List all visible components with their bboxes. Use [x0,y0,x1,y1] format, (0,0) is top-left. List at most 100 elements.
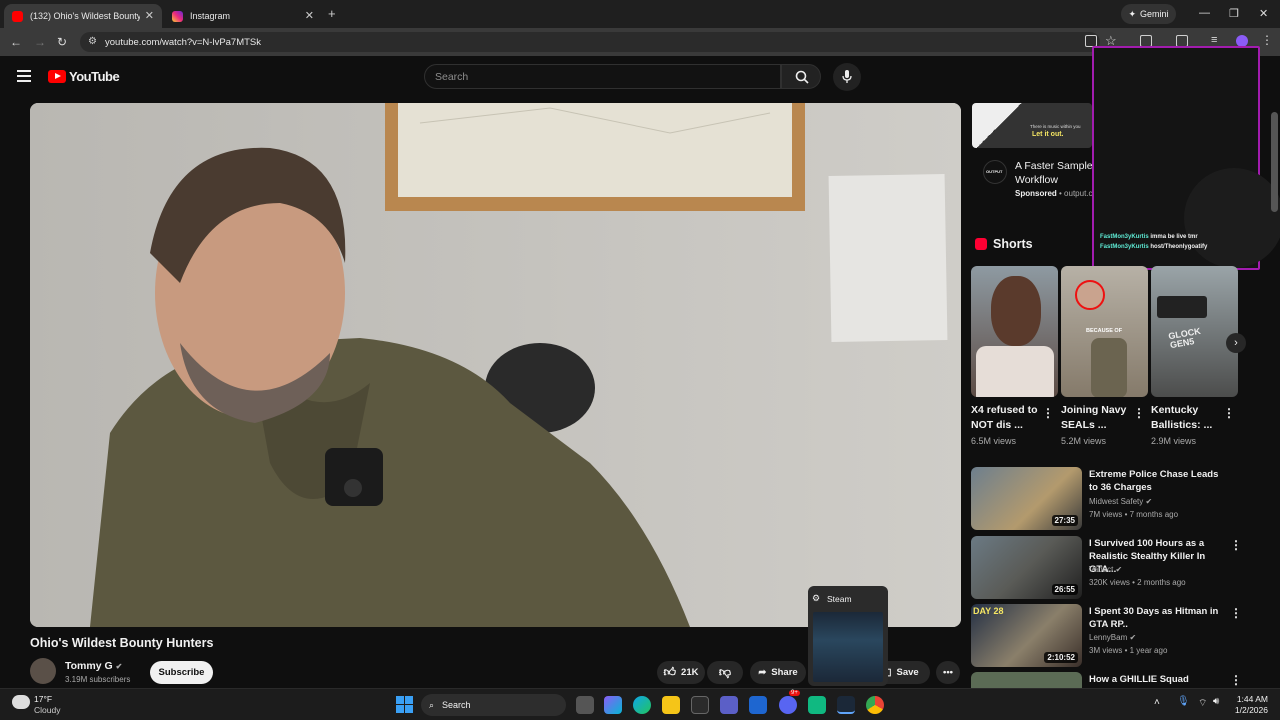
taskbar-search-label: Search [442,700,471,710]
verified-icon: ✔ [1145,497,1153,506]
edge-icon[interactable] [633,696,651,714]
microphone-icon [842,70,852,83]
gemini-button[interactable]: ✦ Gemini [1121,4,1176,24]
media-controls-icon[interactable]: ≡ [1211,34,1217,46]
search-input[interactable]: Search [424,64,781,89]
close-tab-icon[interactable]: ✕ [305,9,314,22]
verified-icon: ✔ [1129,633,1137,642]
search-placeholder: Search [435,71,469,83]
short-title[interactable]: Kentucky Ballistics: ... [1151,403,1221,433]
ad-thumbnail[interactable]: There is music within you Let it out. [972,103,1092,148]
related-more-icon[interactable]: ⋮ [1230,606,1242,620]
tab-youtube[interactable]: (132) Ohio's Wildest Bounty Hu ✕ [4,4,162,28]
close-window-icon[interactable]: ✕ [1259,7,1268,20]
voice-search-button[interactable] [833,63,861,91]
related-thumbnail[interactable]: DAY 28 2:10:52 [971,604,1082,667]
minimize-icon[interactable]: — [1199,7,1210,19]
short-thumbnail[interactable]: BECAUSE OF [1061,266,1148,397]
weather-temp[interactable]: 17°F [34,694,52,704]
forward-icon[interactable]: → [34,35,46,49]
windows-start-icon[interactable] [396,696,413,713]
microphone-icon[interactable]: 🎙︎ [1177,696,1190,707]
shorts-icon [975,238,987,250]
related-thumbnail[interactable] [971,672,1082,688]
related-more-icon[interactable]: ⋮ [1230,538,1242,552]
wifi-icon[interactable]: ⌔ [1198,697,1207,710]
channel-text: Midwest Safety [1089,497,1144,506]
thumbs-down-icon: 👎︎ [718,665,732,679]
discord-icon[interactable]: 9+ [779,690,800,714]
related-title[interactable]: How a GHILLIE Squad [1089,673,1224,686]
related-channel[interactable]: Midwest Safety ✔ [1089,497,1152,506]
short-thumbnail[interactable]: GLOCK GEN5 [1151,266,1238,397]
close-tab-icon[interactable]: ✕ [145,9,154,22]
like-button[interactable]: 👍︎ 21K [657,661,705,684]
short-more-icon[interactable]: ⋮ [1223,406,1235,420]
file-explorer-icon[interactable] [662,696,680,714]
subscribe-button[interactable]: Subscribe [150,661,213,684]
short-views: 2.9M views [1151,436,1197,446]
copilot-icon[interactable] [604,696,622,714]
hamburger-menu-icon[interactable] [17,70,31,85]
ad-title[interactable]: A Faster Sample Workflow [1015,159,1095,189]
related-meta: 3M views • 1 year ago [1089,646,1168,655]
related-thumbnail[interactable]: 26:55 [971,536,1082,599]
page-scrollbar[interactable] [1271,112,1278,212]
advertiser-logo-text: OUTPUT [986,169,1003,174]
search-button[interactable] [781,64,821,89]
taskbar-search[interactable]: ⌕ Search [421,694,566,716]
steam-taskbar-preview[interactable]: ⚙ Steam [808,586,888,686]
show-hidden-icons-chevron-icon[interactable]: ˄ [1154,697,1160,708]
channel-avatar[interactable] [30,658,56,684]
short-more-icon[interactable]: ⋮ [1042,406,1054,420]
related-title[interactable]: Extreme Police Chase Leads to 36 Charges [1089,468,1224,494]
site-info-icon[interactable]: ⚙ [88,36,97,47]
sparkle-icon: ✦ [1128,8,1137,19]
clock-time[interactable]: 1:44 AM [1232,694,1268,704]
related-channel[interactable]: Vadact ✔ [1089,565,1122,574]
related-title[interactable]: I Spent 30 Days as Hitman in GTA RP.. [1089,605,1224,631]
tab-label: (132) Ohio's Wildest Bounty Hu [30,11,140,21]
url-field[interactable]: ⚙ youtube.com/watch?v=N-lvPa7MTSk [80,32,1100,52]
volume-icon[interactable]: 🔊︎ [1213,696,1219,707]
share-button[interactable]: ➦ Share [750,661,806,684]
short-title[interactable]: X4 refused to NOT dis ... [971,403,1041,433]
short-thumbnail[interactable] [971,266,1058,397]
short-title[interactable]: Joining Navy SEALs ... [1061,403,1131,433]
teams-icon[interactable] [720,696,738,714]
video-title: Ohio's Wildest Bounty Hunters [30,636,214,650]
outlook-icon[interactable] [749,696,767,714]
chat-user: FastMon3yKurtis [1100,234,1149,240]
more-actions-button[interactable]: ••• [936,661,960,684]
tab-instagram[interactable]: Instagram ✕ [164,4,322,28]
restore-icon[interactable]: ❐ [1229,7,1239,20]
back-icon[interactable]: ← [10,35,22,49]
verified-icon: ✔ [1115,565,1123,574]
dislike-button[interactable]: 👎︎ [707,661,743,684]
channel-name[interactable]: Tommy G ✔ [65,660,122,672]
youtube-logo[interactable]: YouTube [48,69,120,84]
clock-date[interactable]: 1/2/2026 [1228,705,1268,715]
thumbs-up-icon: 👍︎ [663,665,677,679]
browser-menu-icon[interactable]: ⋮ [1261,33,1273,47]
advertiser-logo[interactable]: OUTPUT [983,160,1007,184]
chrome-icon[interactable] [866,696,884,714]
gemini-label: Gemini [1140,9,1169,19]
shorts-next-chevron-icon[interactable]: › [1226,333,1246,353]
chat-user: FastMon3yKurtis [1100,244,1149,250]
steam-icon[interactable] [837,696,855,714]
new-tab-icon[interactable]: + [328,6,336,21]
steam-label: Steam [827,594,852,604]
app-icon[interactable] [808,696,826,714]
store-icon[interactable] [691,696,709,714]
related-channel[interactable]: LennyBam ✔ [1089,633,1136,642]
related-more-icon[interactable]: ⋮ [1230,673,1242,687]
search-icon: ⌕ [429,699,435,710]
short-more-icon[interactable]: ⋮ [1133,406,1145,420]
video-player[interactable] [30,103,961,627]
related-thumbnail[interactable]: 27:35 [971,467,1082,530]
task-view-icon[interactable] [576,696,594,714]
reload-icon[interactable]: ↻ [57,35,67,49]
instagram-favicon-icon [172,10,183,22]
notification-badge: 9+ [789,690,800,696]
